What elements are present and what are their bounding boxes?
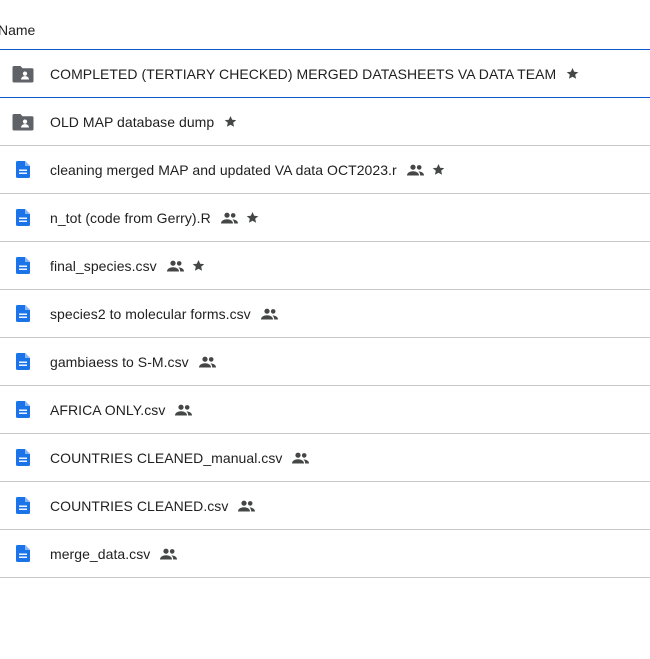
file-row[interactable]: COUNTRIES CLEANED.csv [0, 482, 650, 530]
file-list: COMPLETED (TERTIARY CHECKED) MERGED DATA… [0, 50, 650, 578]
shared-icon [160, 548, 178, 560]
shared-folder-icon [12, 50, 34, 97]
shared-icon [406, 164, 424, 176]
file-row[interactable]: OLD MAP database dump [0, 98, 650, 146]
star-icon [432, 163, 445, 176]
shared-icon [292, 452, 310, 464]
document-icon [12, 530, 34, 577]
file-name-cell: n_tot (code from Gerry).R [50, 194, 259, 241]
file-row[interactable]: species2 to molecular forms.csv [0, 290, 650, 338]
name-column-header[interactable]: Name [0, 22, 35, 38]
file-name[interactable]: final_species.csv [50, 258, 157, 274]
file-name-cell: species2 to molecular forms.csv [50, 290, 278, 337]
file-name[interactable]: COUNTRIES CLEANED_manual.csv [50, 450, 282, 466]
star-icon [224, 115, 237, 128]
list-header: Name [0, 0, 650, 50]
file-name-cell: COUNTRIES CLEANED.csv [50, 482, 256, 529]
file-name-cell: gambiaess to S-M.csv [50, 338, 216, 385]
shared-icon [220, 212, 238, 224]
shared-icon [175, 404, 193, 416]
document-icon [12, 146, 34, 193]
file-row[interactable]: cleaning merged MAP and updated VA data … [0, 146, 650, 194]
file-name[interactable]: OLD MAP database dump [50, 114, 214, 130]
file-row[interactable]: AFRICA ONLY.csv [0, 386, 650, 434]
file-name[interactable]: COMPLETED (TERTIARY CHECKED) MERGED DATA… [50, 66, 556, 82]
document-icon [12, 482, 34, 529]
file-name-cell: AFRICA ONLY.csv [50, 386, 193, 433]
document-icon [12, 338, 34, 385]
file-name[interactable]: species2 to molecular forms.csv [50, 306, 251, 322]
file-name[interactable]: gambiaess to S-M.csv [50, 354, 189, 370]
shared-icon [260, 308, 278, 320]
shared-icon [198, 356, 216, 368]
document-icon [12, 194, 34, 241]
file-row[interactable]: COUNTRIES CLEANED_manual.csv [0, 434, 650, 482]
shared-folder-icon [12, 98, 34, 145]
file-name[interactable]: COUNTRIES CLEANED.csv [50, 498, 228, 514]
file-name-cell: COMPLETED (TERTIARY CHECKED) MERGED DATA… [50, 50, 579, 97]
shared-icon [238, 500, 256, 512]
star-icon [566, 67, 579, 80]
document-icon [12, 242, 34, 289]
file-row[interactable]: COMPLETED (TERTIARY CHECKED) MERGED DATA… [0, 50, 650, 98]
star-icon [246, 211, 259, 224]
document-icon [12, 386, 34, 433]
file-name[interactable]: n_tot (code from Gerry).R [50, 210, 211, 226]
file-name[interactable]: cleaning merged MAP and updated VA data … [50, 162, 397, 178]
file-row[interactable]: gambiaess to S-M.csv [0, 338, 650, 386]
file-name-cell: cleaning merged MAP and updated VA data … [50, 146, 445, 193]
file-name[interactable]: AFRICA ONLY.csv [50, 402, 165, 418]
star-icon [192, 259, 205, 272]
file-name-cell: final_species.csv [50, 242, 205, 289]
file-row[interactable]: final_species.csv [0, 242, 650, 290]
file-name-cell: COUNTRIES CLEANED_manual.csv [50, 434, 310, 481]
file-name-cell: merge_data.csv [50, 530, 178, 577]
file-name[interactable]: merge_data.csv [50, 546, 150, 562]
file-row[interactable]: n_tot (code from Gerry).R [0, 194, 650, 242]
file-name-cell: OLD MAP database dump [50, 98, 237, 145]
file-row[interactable]: merge_data.csv [0, 530, 650, 578]
shared-icon [166, 260, 184, 272]
document-icon [12, 434, 34, 481]
document-icon [12, 290, 34, 337]
